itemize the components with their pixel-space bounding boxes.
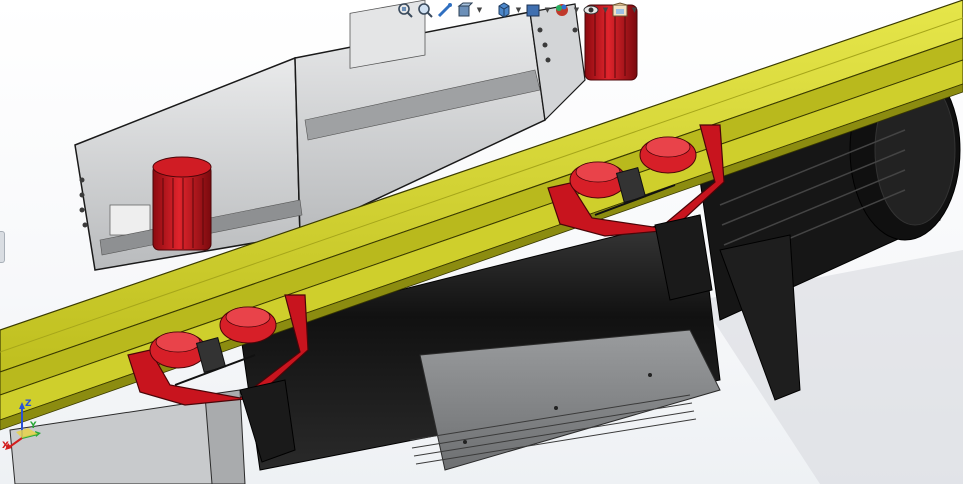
scene-icon[interactable] xyxy=(611,1,629,19)
heads-up-view-toolbar: ▼ ▼ ▼ ▼ ▼ ▼ xyxy=(392,0,642,20)
reference-triad: Z Y X xyxy=(2,398,42,454)
appearance-sphere-icon[interactable] xyxy=(553,1,571,19)
graphics-viewport[interactable]: ▼ ▼ ▼ ▼ ▼ ▼ Z Y X xyxy=(0,0,963,484)
section-view-icon[interactable] xyxy=(456,1,474,19)
triad-y-label: Y xyxy=(30,421,37,431)
chevron-down-icon[interactable]: ▼ xyxy=(515,6,522,14)
task-pane-tab[interactable] xyxy=(0,231,5,263)
chevron-down-icon[interactable]: ▼ xyxy=(573,6,580,14)
display-style-icon[interactable] xyxy=(524,1,542,19)
view-cube-icon[interactable] xyxy=(495,1,513,19)
red-motor-left[interactable] xyxy=(152,156,212,251)
chevron-down-icon[interactable]: ▼ xyxy=(631,6,638,14)
previous-view-icon[interactable] xyxy=(436,1,454,19)
zoom-fit-icon[interactable] xyxy=(396,1,414,19)
triad-z-label: Z xyxy=(25,399,32,409)
chevron-down-icon[interactable]: ▼ xyxy=(602,6,609,14)
cad-model-scene[interactable] xyxy=(0,0,963,484)
chevron-down-icon[interactable]: ▼ xyxy=(476,6,483,14)
zoom-area-icon[interactable] xyxy=(416,1,434,19)
chevron-down-icon[interactable]: ▼ xyxy=(544,6,551,14)
eye-icon[interactable] xyxy=(582,1,600,19)
triad-x-label: X xyxy=(2,441,9,451)
